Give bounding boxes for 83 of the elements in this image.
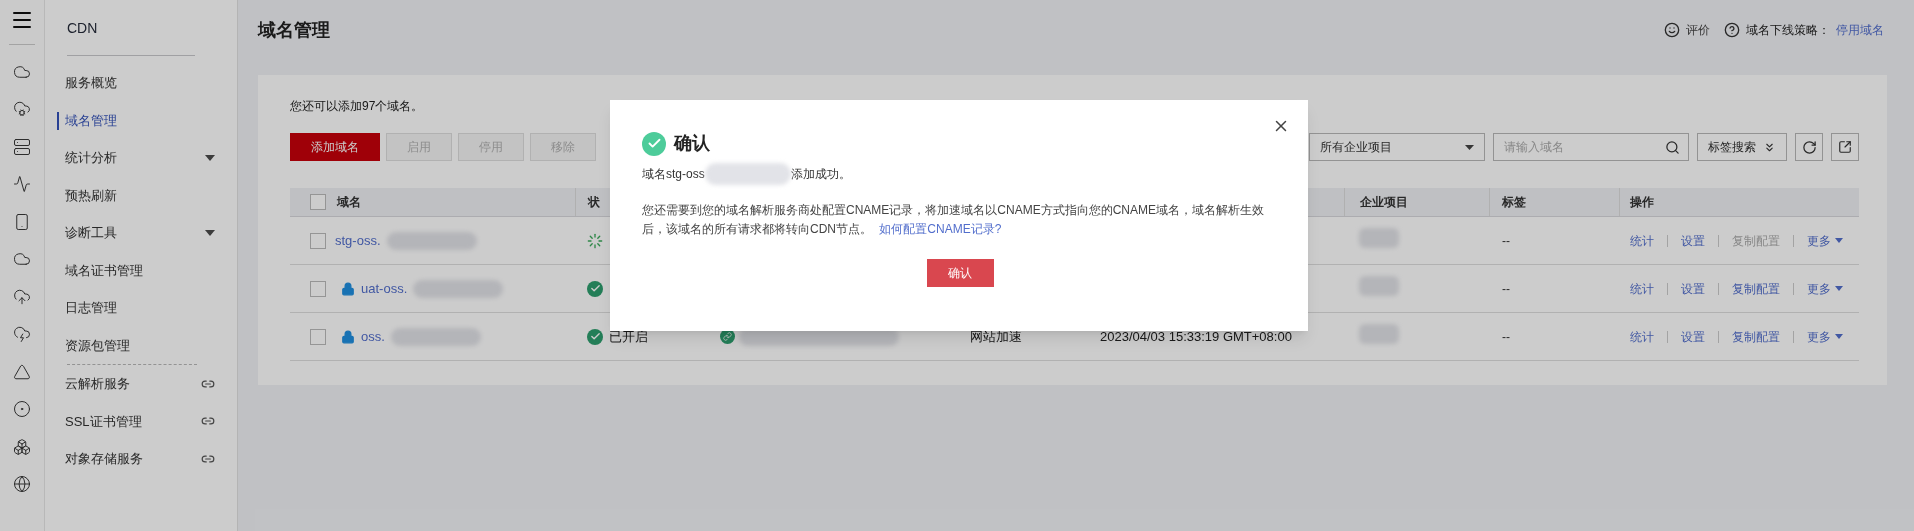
nav-item[interactable]: 统计分析 (65, 148, 117, 168)
created-time: 2023/04/03 15:33:19 GMT+08:00 (1100, 328, 1292, 344)
tags-cell: -- (1502, 329, 1510, 344)
success-message: 域名stg-oss (642, 166, 705, 183)
confirm-button[interactable]: 确认 (926, 259, 994, 287)
tag-search-button[interactable]: 标签搜索 (1697, 133, 1787, 161)
search-field[interactable]: 请输入域名 (1493, 133, 1689, 161)
action-link[interactable]: 统计 (1630, 327, 1654, 346)
toolbar-button[interactable]: 添加域名 (290, 133, 380, 161)
action-link[interactable]: 复制配置 (1732, 327, 1780, 346)
sidebar-title: CDN (66, 19, 98, 38)
nav-item[interactable]: 资源包管理 (65, 335, 130, 355)
domain-link[interactable]: stg-oss. (335, 230, 381, 251)
column-header[interactable]: 状 (588, 193, 600, 211)
action-link[interactable]: 设置 (1681, 231, 1705, 250)
caret-icon (1835, 238, 1843, 243)
nav-item[interactable]: 诊断工具 (65, 223, 117, 243)
refresh-icon (1801, 139, 1817, 155)
column-header[interactable]: 操作 (1630, 195, 1654, 209)
caret-icon (1835, 286, 1843, 291)
nav-item[interactable]: 域名证书管理 (65, 260, 143, 280)
quota-text: 您还可以添加97个域名。 (290, 98, 424, 115)
nav-item[interactable]: 域名管理 (65, 110, 117, 130)
caret-icon (205, 154, 215, 161)
domain-link[interactable]: oss. (361, 326, 385, 347)
redaction-blur (1359, 228, 1399, 248)
nav-item[interactable]: 对象存储服务 (65, 449, 143, 469)
cname-help-link[interactable]: 如何配置CNAME记录? (879, 222, 1002, 236)
service-icon[interactable] (13, 437, 31, 456)
policy-label: 域名下线策略： (1746, 22, 1830, 39)
caret-icon (1465, 144, 1474, 150)
action-link[interactable]: 设置 (1681, 327, 1705, 346)
service-icon[interactable] (13, 137, 31, 156)
checkbox[interactable] (310, 194, 326, 210)
more-dropdown[interactable]: 更多 (1807, 279, 1843, 298)
column-header[interactable]: 标签 (1502, 193, 1526, 211)
success-message: 添加成功。 (790, 166, 851, 183)
service-icon[interactable] (13, 100, 31, 119)
service-icon[interactable] (13, 212, 31, 231)
policy-link[interactable]: 停用域名 (1836, 21, 1884, 39)
service-icon[interactable] (13, 287, 31, 306)
action-link[interactable]: 设置 (1681, 279, 1705, 298)
tags-cell: -- (1502, 281, 1510, 296)
export-button[interactable] (1831, 133, 1859, 161)
tags-cell: -- (1502, 233, 1510, 248)
smiley-icon[interactable] (1664, 22, 1680, 38)
rate-link[interactable]: 评价 (1686, 21, 1710, 39)
cname-note: 您还需要到您的域名解析服务商处配置CNAME记录，将加速域名以CNAME方式指向您的CNAME域名，域名解析生效后，该域名的所有请求都将转向CDN节点。 如何配置CNAME记录? (642, 202, 1265, 238)
refresh-button[interactable] (1795, 133, 1823, 161)
caret-icon (1835, 334, 1843, 339)
nav-item[interactable]: 预热刷新 (65, 185, 117, 205)
service-icon[interactable] (13, 175, 31, 194)
dialog-title: 确认 (674, 132, 710, 155)
service-icon[interactable] (13, 400, 31, 419)
action-link[interactable]: 统计 (1630, 279, 1654, 298)
success-icon (642, 131, 666, 156)
action-link[interactable]: 复制配置 (1732, 279, 1780, 298)
nav-item[interactable]: 日志管理 (65, 298, 117, 318)
page-title: 域名管理 (258, 18, 330, 42)
redaction-blur (1359, 276, 1399, 296)
checkbox[interactable] (310, 280, 326, 297)
nav-item[interactable]: SSL证书管理 (65, 411, 142, 431)
caret-icon (205, 229, 215, 236)
service-icon[interactable] (13, 325, 31, 344)
column-header[interactable]: 域名 (337, 195, 361, 209)
status-text: 已开启 (609, 327, 648, 346)
checkbox[interactable] (310, 232, 326, 249)
project-select[interactable]: 所有企业项目 (1309, 133, 1485, 161)
more-dropdown[interactable]: 更多 (1807, 231, 1843, 250)
redaction-blur (1359, 324, 1399, 344)
business-type: 网站加速 (970, 328, 1022, 344)
service-icon[interactable] (13, 475, 31, 494)
nav-item[interactable]: 服务概览 (65, 73, 117, 93)
help-icon[interactable] (1724, 22, 1740, 38)
service-icon[interactable] (13, 362, 31, 381)
export-icon (1838, 140, 1852, 154)
checkbox[interactable] (310, 328, 326, 345)
action-link[interactable]: 统计 (1630, 231, 1654, 250)
more-dropdown[interactable]: 更多 (1807, 327, 1843, 346)
column-header[interactable]: 企业项目 (1360, 193, 1408, 211)
domain-link[interactable]: uat-oss. (361, 278, 408, 299)
nav-item[interactable]: 云解析服务 (65, 374, 130, 394)
search-icon[interactable] (1665, 140, 1680, 155)
